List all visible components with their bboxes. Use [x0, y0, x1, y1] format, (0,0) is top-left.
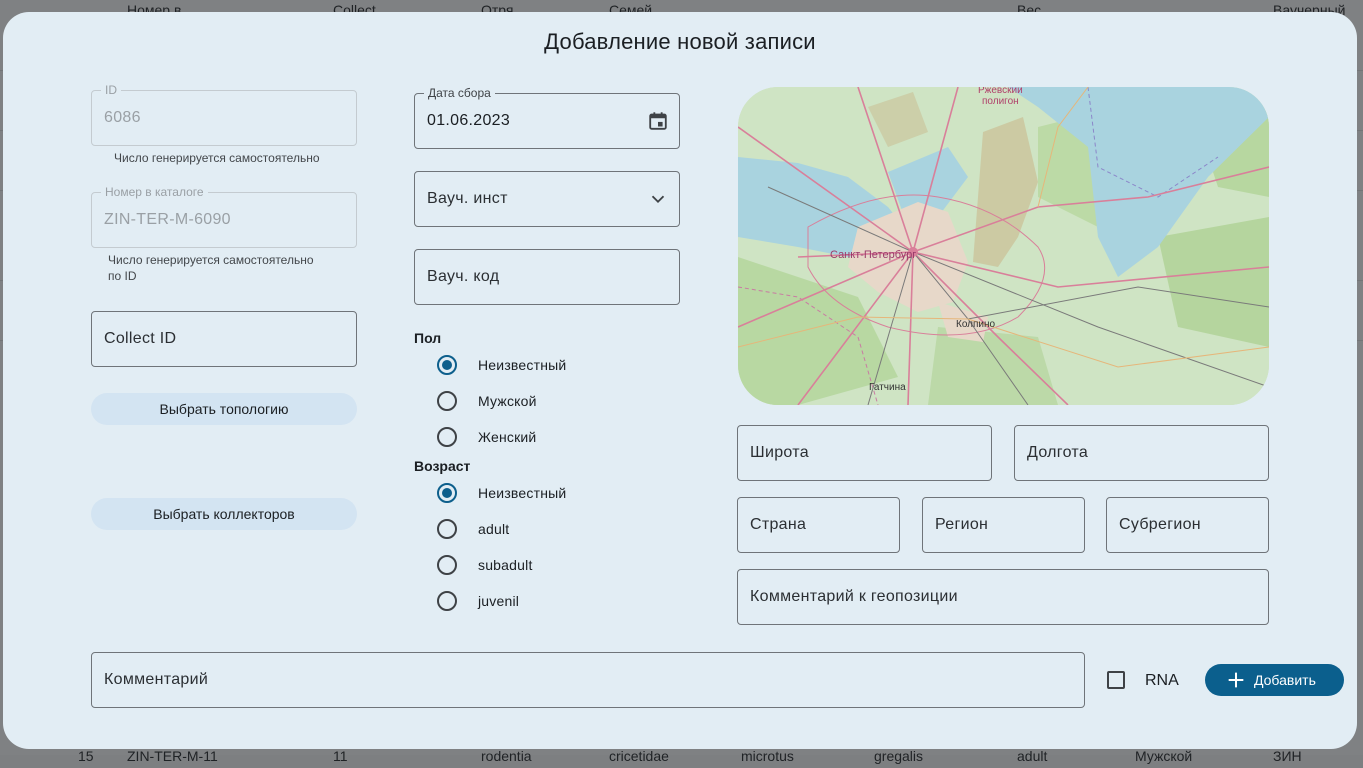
id-field-label: ID [101, 83, 121, 97]
collection-date-field[interactable]: Дата сбора 01.06.2023 [414, 86, 680, 149]
bg-cell: rodentia [481, 748, 532, 764]
plus-icon [1228, 672, 1244, 688]
dialog-title: Добавление новой записи [544, 29, 816, 54]
age-group-label: Возраст [414, 458, 471, 474]
rna-checkbox[interactable] [1107, 671, 1125, 689]
chevron-down-icon [651, 195, 665, 204]
radio-selected[interactable] [437, 483, 457, 503]
latitude-placeholder: Широта [750, 444, 809, 461]
rna-label: RNA [1145, 672, 1179, 689]
country-field[interactable]: Страна [737, 497, 900, 553]
location-map[interactable]: Санкт-Петербург Колпино Гатчина Ржевский… [738, 87, 1269, 405]
voucher-institution-placeholder: Вауч. инст [427, 190, 508, 207]
longitude-field[interactable]: Долгота [1014, 425, 1269, 481]
bg-cell: 11 [333, 748, 348, 764]
bg-cell: ЗИН [1273, 748, 1302, 764]
collection-date-label: Дата сбора [424, 86, 495, 100]
add-button-label: Добавить [1254, 672, 1316, 688]
catalog-number-field: Номер в каталоге ZIN-TER-M-6090 [91, 185, 357, 248]
latitude-field[interactable]: Широта [737, 425, 992, 481]
collection-date-value: 01.06.2023 [427, 112, 511, 129]
radio-label: subadult [478, 557, 533, 573]
radio-unselected[interactable] [437, 391, 457, 411]
longitude-placeholder: Долгота [1027, 444, 1089, 461]
catalog-number-value: ZIN-TER-M-6090 [104, 211, 231, 228]
calendar-icon[interactable] [647, 110, 669, 132]
radio-unselected[interactable] [437, 591, 457, 611]
radio-unselected[interactable] [437, 427, 457, 447]
voucher-institution-select[interactable]: Вауч. инст [414, 171, 680, 227]
radio-unselected[interactable] [437, 555, 457, 575]
bg-cell: Мужской [1135, 748, 1193, 764]
country-placeholder: Страна [750, 516, 807, 533]
comment-field[interactable]: Комментарий [91, 652, 1085, 708]
select-topology-button[interactable]: Выбрать топологию [91, 393, 357, 425]
map-label-gatchina: Гатчина [869, 382, 906, 393]
radio-selected[interactable] [437, 355, 457, 375]
collect-id-field[interactable]: Collect ID [91, 311, 357, 367]
collect-id-placeholder: Collect ID [104, 330, 177, 347]
radio-label: Мужской [478, 393, 537, 409]
catalog-helper-line: Число генерируется самостоятельно [108, 253, 314, 267]
map-label-polygon: Ржевский полигон [978, 87, 1023, 107]
map-canvas[interactable] [738, 87, 1269, 405]
id-field: ID 6086 [91, 83, 357, 146]
radio-label: Неизвестный [478, 357, 567, 373]
radio-label: adult [478, 521, 510, 537]
map-label-city: Санкт-Петербург [830, 249, 917, 261]
catalog-helper-line: по ID [108, 269, 137, 283]
catalog-number-label: Номер в каталоге [101, 185, 208, 199]
bg-cell: microtus [741, 748, 794, 764]
voucher-code-field[interactable]: Вауч. код [414, 249, 680, 305]
voucher-code-placeholder: Вауч. код [427, 268, 500, 285]
map-label-polygon-line: полигон [981, 96, 1019, 107]
radio-label: Женский [478, 429, 537, 445]
id-field-value: 6086 [104, 109, 141, 126]
geo-comment-field[interactable]: Комментарий к геопозиции [737, 569, 1269, 625]
bg-cell: ZIN-TER-M-11 [127, 748, 218, 764]
map-label-polygon-line: Ржевский [978, 87, 1023, 96]
add-record-dialog: Добавление новой записи ID 6086 Число ге… [3, 12, 1357, 749]
bg-cell: gregalis [874, 748, 924, 764]
geo-comment-placeholder: Комментарий к геопозиции [750, 588, 958, 605]
select-collectors-button[interactable]: Выбрать коллекторов [91, 498, 357, 530]
region-field[interactable]: Регион [922, 497, 1085, 553]
subregion-placeholder: Субрегион [1119, 516, 1201, 533]
map-label-kolpino: Колпино [956, 319, 996, 330]
add-button[interactable]: Добавить [1205, 664, 1344, 696]
region-placeholder: Регион [935, 516, 989, 533]
sex-group-label: Пол [414, 330, 442, 346]
id-field-helper: Число генерируется самостоятельно [114, 151, 320, 165]
comment-placeholder: Комментарий [104, 671, 209, 688]
bg-cell: cricetidae [609, 748, 669, 764]
catalog-number-helper: Число генерируется самостоятельно по ID [108, 252, 314, 284]
radio-label: juvenil [478, 593, 520, 609]
bg-cell: 15 [78, 748, 94, 764]
bg-cell: adult [1017, 748, 1048, 764]
radio-unselected[interactable] [437, 519, 457, 539]
subregion-field[interactable]: Субрегион [1106, 497, 1269, 553]
radio-label: Неизвестный [478, 485, 567, 501]
